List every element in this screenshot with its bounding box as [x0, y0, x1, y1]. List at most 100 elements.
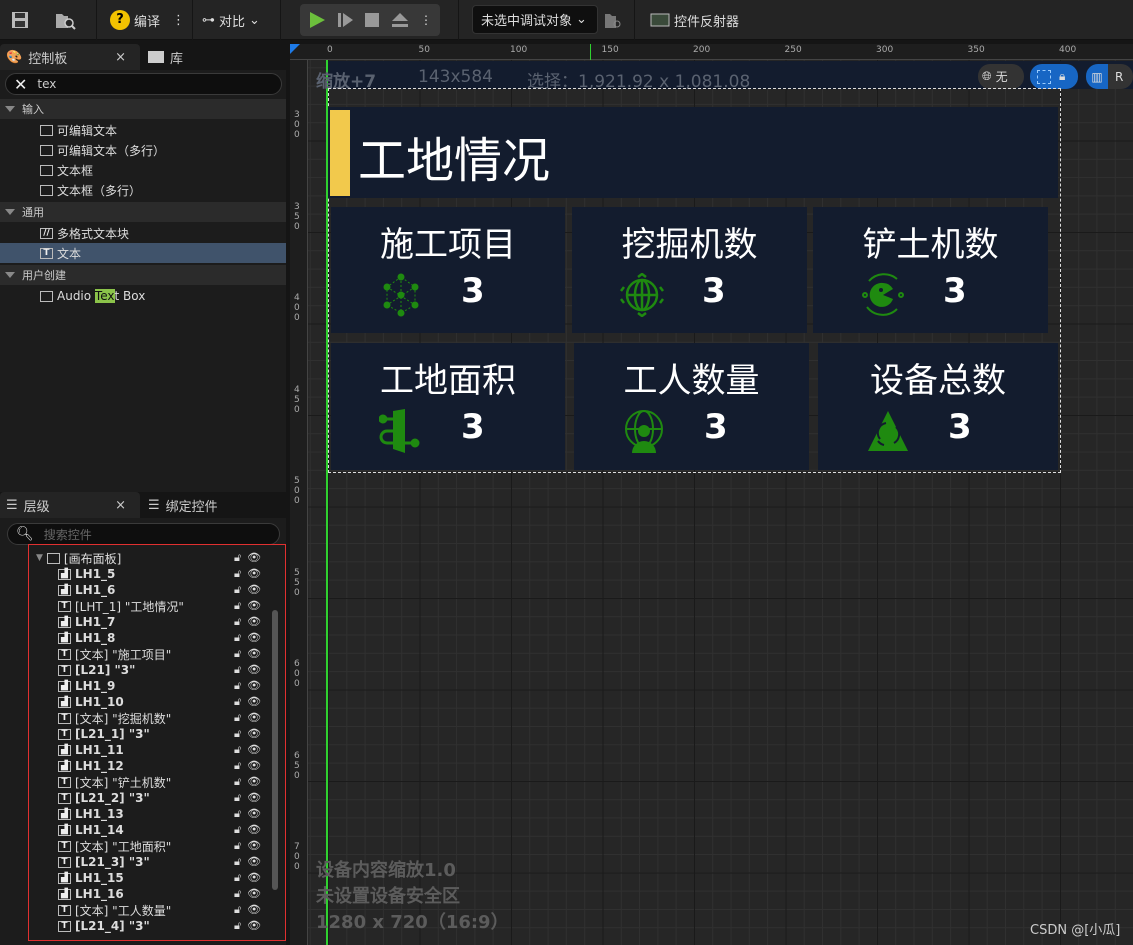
unlock-icon[interactable]: 🔓︎	[234, 567, 241, 581]
stop-icon[interactable]	[364, 10, 380, 30]
category-header[interactable]: 输入	[0, 99, 286, 119]
unlock-icon[interactable]: 🔓︎	[234, 695, 241, 709]
unlock-icon[interactable]: 🔓︎	[234, 615, 241, 629]
unlock-icon[interactable]: 🔓︎	[234, 631, 241, 645]
unlock-icon[interactable]: 🔓︎	[234, 711, 241, 725]
tab-hierarchy[interactable]: ☰ 层级 ×	[0, 492, 140, 518]
unlock-icon[interactable]: 🔓︎	[234, 887, 241, 901]
eye-icon[interactable]: 👁︎	[247, 711, 261, 725]
card-value: 3	[461, 407, 485, 447]
designer-canvas[interactable]: 0 50 100 150 200 250 300 350 400 300 350 400 450 500…	[290, 44, 1133, 945]
expand-arrow-icon[interactable]: ▼	[36, 553, 43, 563]
eject-icon[interactable]	[390, 10, 410, 30]
eye-icon[interactable]: 👁︎	[247, 903, 261, 917]
eye-icon[interactable]: 👁︎	[247, 567, 261, 581]
eye-icon[interactable]: 👁︎	[247, 615, 261, 629]
eye-icon[interactable]: 👁︎	[247, 759, 261, 773]
eye-icon[interactable]: 👁︎	[247, 647, 261, 661]
unlock-icon[interactable]: 🔓︎	[234, 679, 241, 693]
eye-icon[interactable]: 👁︎	[247, 551, 261, 565]
unlock-icon[interactable]: 🔓︎	[234, 791, 241, 805]
unlock-icon[interactable]: 🔓︎	[234, 903, 241, 917]
stat-card[interactable]: 挖掘机数 3	[572, 207, 807, 333]
eye-icon[interactable]: 👁︎	[247, 919, 261, 933]
clear-search-icon[interactable]: ✕	[14, 75, 27, 94]
row-toggles: 🔓︎ 👁︎	[234, 695, 268, 709]
save-button[interactable]	[10, 6, 30, 34]
unlock-icon[interactable]: 🔓︎	[234, 775, 241, 789]
debug-target-select[interactable]: 未选中调试对象 ⌄	[472, 5, 598, 34]
tab-library[interactable]: 库	[142, 44, 183, 70]
header-title[interactable]: 工地情况	[358, 121, 550, 191]
eye-icon[interactable]: 👁︎	[247, 727, 261, 741]
unlock-icon[interactable]: 🔓︎	[234, 599, 241, 613]
play-options-icon[interactable]: ⋮	[420, 13, 432, 27]
palette-item[interactable]: Audio Text Box	[0, 286, 286, 306]
close-icon[interactable]: ×	[115, 50, 126, 65]
eye-icon[interactable]: 👁︎	[247, 871, 261, 885]
palette-item[interactable]: 文本框	[0, 160, 286, 180]
unlock-icon[interactable]: 🔓︎	[234, 871, 241, 885]
eye-icon[interactable]: 👁︎	[247, 679, 261, 693]
tree-item-label: LH1_5	[75, 567, 116, 581]
debug-browse-button[interactable]	[604, 6, 622, 34]
eye-icon[interactable]: 👁︎	[247, 887, 261, 901]
unlock-icon[interactable]: 🔓︎	[234, 727, 241, 741]
eye-icon[interactable]: 👁︎	[247, 743, 261, 757]
play-icon[interactable]	[308, 10, 326, 30]
unlock-icon[interactable]: 🔓︎	[234, 759, 241, 773]
eye-icon[interactable]: 👁︎	[247, 663, 261, 677]
stat-card[interactable]: 工人数量 3	[574, 343, 809, 470]
snap-lock-toggle[interactable]: 🔒︎	[1030, 64, 1078, 89]
palette-item[interactable]: 可编辑文本（多行）	[0, 140, 286, 160]
diff-button[interactable]: ⊶ 对比 ⌄	[202, 6, 260, 34]
palette-item[interactable]: T 文本	[0, 243, 286, 263]
browse-button[interactable]	[54, 6, 76, 34]
hierarchy-scrollbar[interactable]	[272, 610, 278, 890]
tab-bind-widgets[interactable]: ☰ 绑定控件	[142, 492, 218, 518]
eye-icon[interactable]: 👁︎	[247, 775, 261, 789]
palette-icon: 🎨	[6, 49, 23, 65]
category-header[interactable]: 通用	[0, 202, 286, 222]
category-header[interactable]: 用户创建	[0, 265, 286, 285]
localization-toggle[interactable]: 🌐︎ 无	[978, 64, 1024, 89]
unlock-icon[interactable]: 🔓︎	[234, 839, 241, 853]
close-icon[interactable]: ×	[115, 498, 126, 513]
eye-icon[interactable]: 👁︎	[247, 599, 261, 613]
eye-icon[interactable]: 👁︎	[247, 807, 261, 821]
unlock-icon[interactable]: 🔓︎	[234, 855, 241, 869]
stat-card[interactable]: 施工项目 3	[331, 207, 565, 333]
widget-reflector-button[interactable]: 控件反射器	[650, 6, 739, 34]
stat-card[interactable]: 工地面积 3	[331, 343, 565, 470]
eye-icon[interactable]: 👁︎	[247, 791, 261, 805]
tab-palette[interactable]: 🎨 控制板 ×	[0, 44, 140, 70]
unlock-icon[interactable]: 🔓︎	[234, 647, 241, 661]
unlock-icon[interactable]: 🔓︎	[234, 551, 241, 565]
palette-item[interactable]: 可编辑文本	[0, 120, 286, 140]
folder-search-icon	[605, 14, 621, 28]
stat-card[interactable]: 铲土机数 3	[813, 207, 1048, 333]
compile-button[interactable]: ? 编译 ⋮	[110, 6, 185, 34]
eye-icon[interactable]: 👁︎	[247, 855, 261, 869]
palette-search-input[interactable]: ✕ tex	[5, 73, 282, 95]
step-icon[interactable]	[336, 10, 354, 30]
eye-icon[interactable]: 👁︎	[247, 583, 261, 597]
hierarchy-search-input[interactable]: 🔍︎ 搜索控件	[7, 523, 280, 545]
save-icon	[12, 12, 28, 28]
unlock-icon[interactable]: 🔓︎	[234, 743, 241, 757]
eye-icon[interactable]: 👁︎	[247, 823, 261, 837]
more-icon[interactable]: ⋮	[172, 13, 185, 28]
stat-card[interactable]: 设备总数 3	[818, 343, 1058, 470]
respect-locks-toggle[interactable]: ▥ R	[1086, 64, 1133, 89]
tree-root-canvas-panel[interactable]: ▼ [画布面板]	[36, 550, 246, 566]
palette-item[interactable]: 文本框（多行）	[0, 180, 286, 200]
eye-icon[interactable]: 👁︎	[247, 695, 261, 709]
eye-icon[interactable]: 👁︎	[247, 631, 261, 645]
unlock-icon[interactable]: 🔓︎	[234, 807, 241, 821]
unlock-icon[interactable]: 🔓︎	[234, 823, 241, 837]
palette-item[interactable]: // 多格式文本块	[0, 223, 286, 243]
unlock-icon[interactable]: 🔓︎	[234, 583, 241, 597]
unlock-icon[interactable]: 🔓︎	[234, 663, 241, 677]
unlock-icon[interactable]: 🔓︎	[234, 919, 241, 933]
eye-icon[interactable]: 👁︎	[247, 839, 261, 853]
